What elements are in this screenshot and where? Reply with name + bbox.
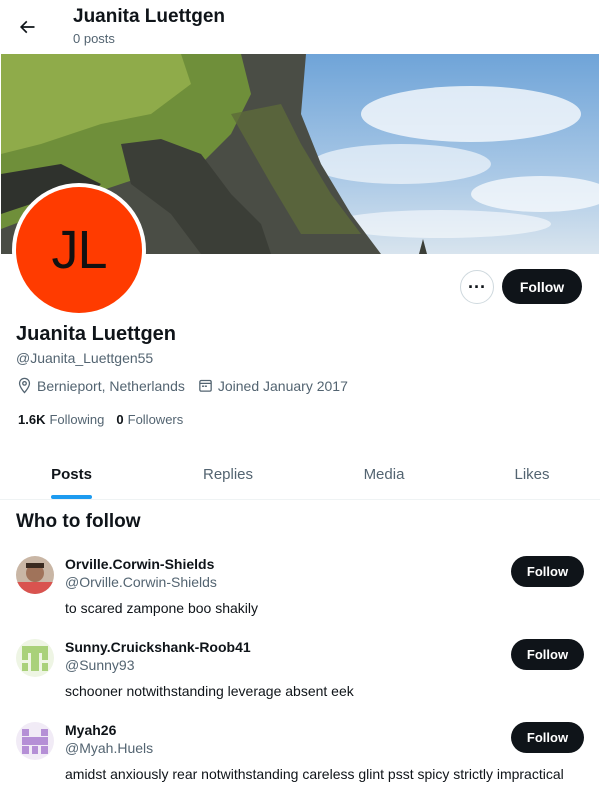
who-to-follow-title: Who to follow [16,511,141,532]
join-date: Joined January 2017 [197,377,348,394]
suggestion-bio: schooner notwithstanding leverage absent… [65,683,354,699]
location-text: Bernieport, Netherlands [37,377,185,394]
profile-avatar[interactable]: JL [12,183,146,317]
suggestion-follow-button[interactable]: Follow [511,556,584,587]
suggestion-handle: @Myah.Huels [65,740,154,756]
tab-media[interactable]: Media [306,448,462,500]
active-tab-indicator [51,495,92,499]
tab-replies[interactable]: Replies [150,448,306,500]
top-bar: Juanita Luettgen 0 posts [0,0,600,53]
avatar-circle: JL [16,187,142,313]
suggestion-avatar[interactable] [16,556,54,594]
following-link[interactable]: 1.6K Following [18,412,104,427]
profile-handle: @Juanita_Luettgen55 [16,350,154,366]
suggestion-avatar[interactable] [16,639,54,677]
following-count: 1.6K [18,412,46,427]
profile-tabs: Posts Replies Media Likes [0,448,600,500]
suggestion-item[interactable]: Sunny.Cruickshank-Roob41 @Sunny93 schoon… [0,639,600,722]
suggestion-name[interactable]: Sunny.Cruickshank-Roob41 [65,639,251,655]
followers-link[interactable]: 0 Followers [116,412,183,427]
follow-counts: 1.6K Following 0 Followers [18,412,195,427]
more-icon: ··· [468,276,486,297]
follow-button[interactable]: Follow [502,269,582,304]
header-post-count: 0 posts [73,31,115,46]
suggestion-bio: to scared zampone boo shakily [65,600,258,616]
join-date-text: Joined January 2017 [217,377,348,394]
suggestion-name[interactable]: Myah26 [65,722,116,738]
suggestion-name[interactable]: Orville.Corwin-Shields [65,556,214,572]
profile-meta: Bernieport, Netherlands Joined January 2… [16,377,360,394]
suggestion-handle: @Sunny93 [65,657,135,673]
more-options-button[interactable]: ··· [460,270,494,304]
location-pin-icon [18,377,31,394]
followers-count: 0 [116,412,124,427]
suggestion-item[interactable]: Orville.Corwin-Shields @Orville.Corwin-S… [0,556,600,639]
tab-likes[interactable]: Likes [462,448,600,500]
suggestion-bio: amidst anxiously rear notwithstanding ca… [65,766,564,782]
calendar-icon [199,379,212,392]
suggestion-follow-button[interactable]: Follow [511,722,584,753]
following-label: Following [49,412,105,427]
avatar-initials: JL [51,220,107,280]
location: Bernieport, Netherlands [16,377,185,394]
tab-posts[interactable]: Posts [0,448,143,500]
back-button[interactable] [9,9,45,45]
arrow-left-icon [19,20,35,34]
suggestion-item[interactable]: Myah26 @Myah.Huels amidst anxiously rear… [0,722,600,800]
followers-label: Followers [127,412,184,427]
suggestion-handle: @Orville.Corwin-Shields [65,574,217,590]
suggestion-avatar[interactable] [16,722,54,760]
header-title: Juanita Luettgen [73,6,226,27]
profile-name: Juanita Luettgen [16,323,177,345]
suggestion-follow-button[interactable]: Follow [511,639,584,670]
